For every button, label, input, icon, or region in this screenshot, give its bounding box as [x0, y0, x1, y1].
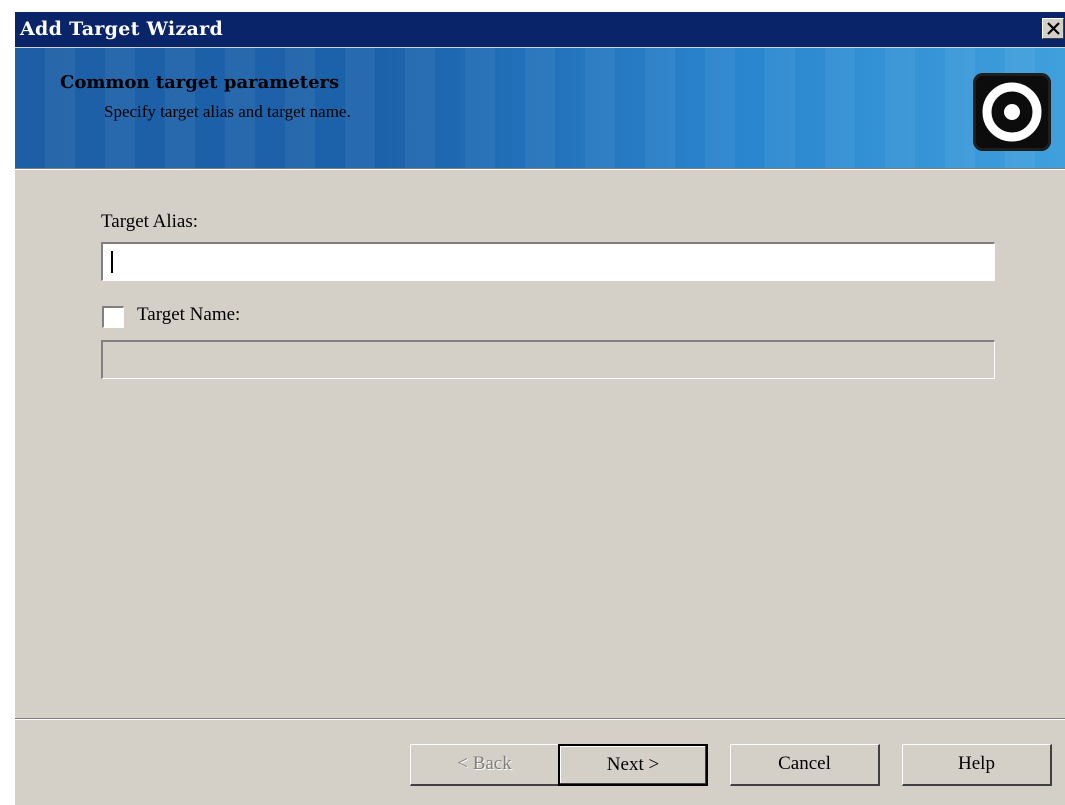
wizard-header-banner: Common target parameters Specify target … [15, 48, 1065, 168]
target-name-checkbox[interactable] [102, 306, 124, 328]
back-button: < Back [410, 744, 560, 786]
help-button[interactable]: Help [902, 744, 1052, 786]
footer-divider [15, 718, 1065, 720]
page-title: Common target parameters [60, 72, 340, 93]
target-alias-input[interactable] [101, 242, 995, 281]
add-target-wizard-dialog: Add Target Wizard Common target paramete… [14, 12, 1065, 805]
target-name-input [101, 340, 995, 379]
title-bar[interactable]: Add Target Wizard [15, 12, 1065, 47]
text-caret [111, 251, 113, 273]
cancel-button[interactable]: Cancel [730, 744, 880, 786]
page-subtitle: Specify target alias and target name. [104, 102, 351, 121]
close-icon [1047, 22, 1060, 35]
close-button[interactable] [1042, 18, 1064, 39]
next-button[interactable]: Next > [558, 744, 708, 786]
header-divider [15, 168, 1065, 170]
target-ring-icon [973, 73, 1051, 151]
target-alias-label: Target Alias: [101, 211, 198, 232]
window-title: Add Target Wizard [20, 18, 224, 40]
target-name-label[interactable]: Target Name: [137, 304, 240, 326]
